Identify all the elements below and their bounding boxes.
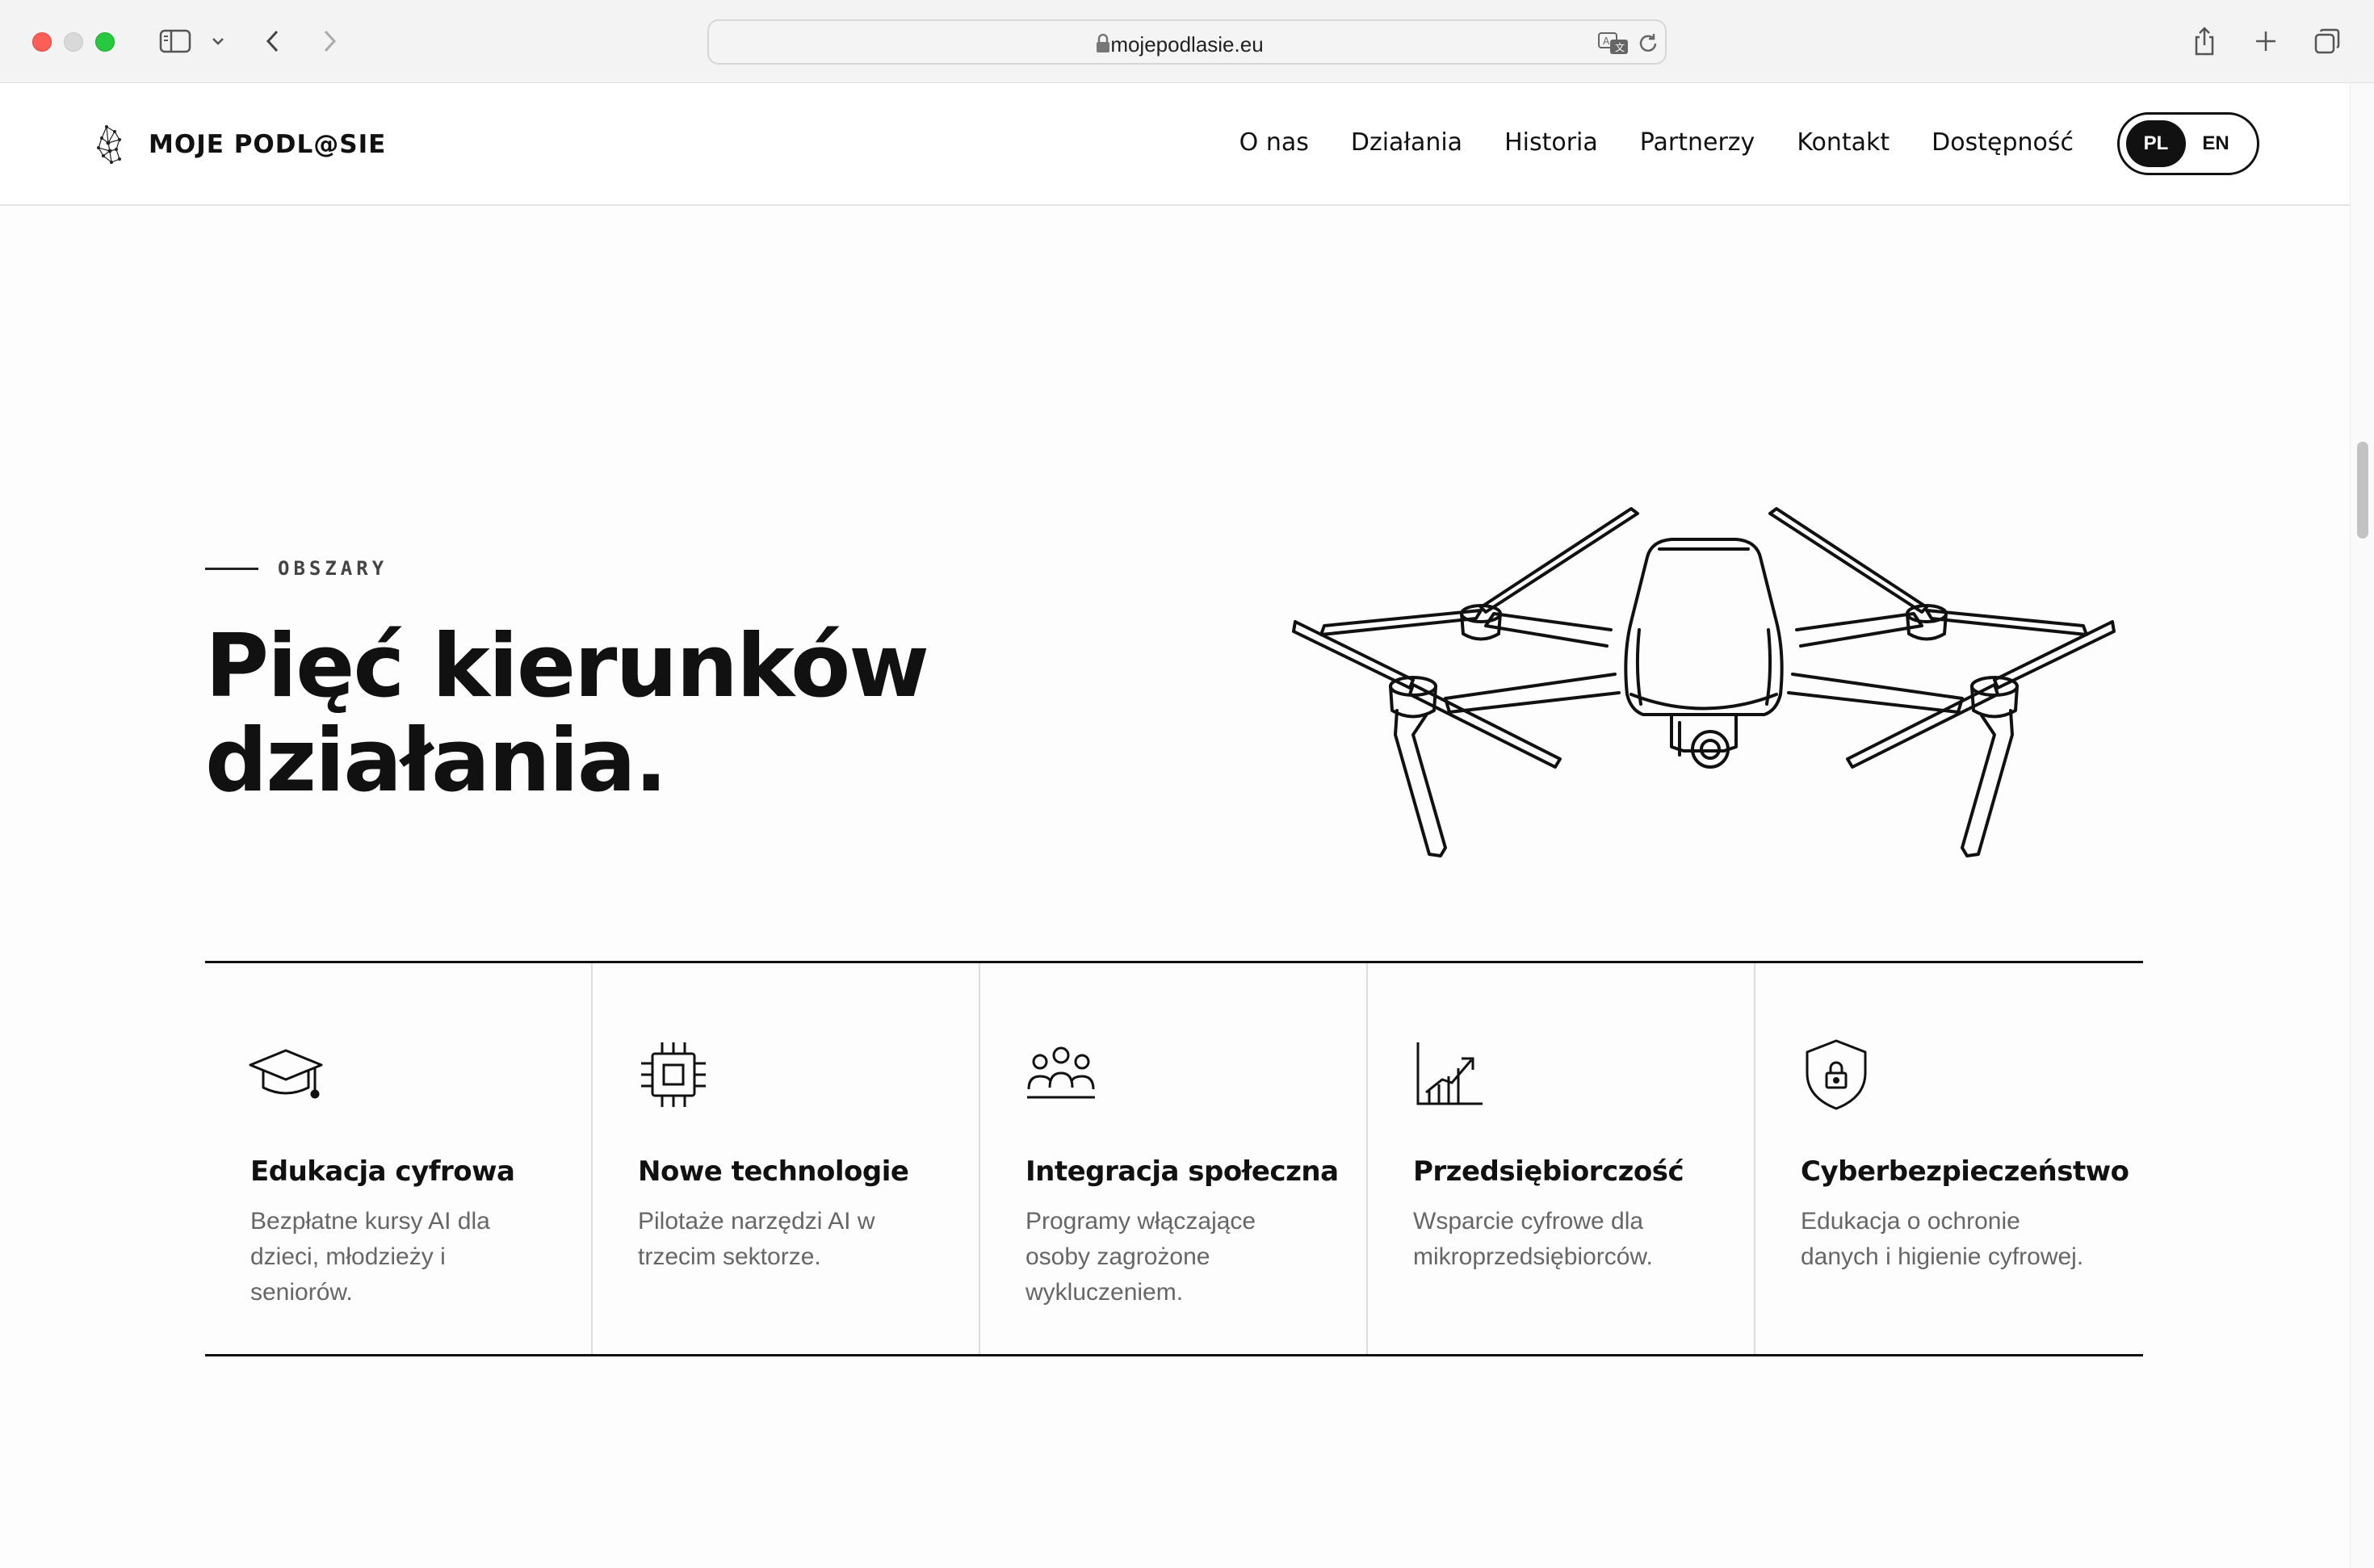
lang-pl-button[interactable]: PL [2126, 120, 2186, 167]
share-icon[interactable] [2188, 21, 2221, 61]
nav-dzialania[interactable]: Działania [1351, 128, 1462, 157]
people-icon [1027, 1046, 1095, 1099]
main-nav: O nas Działania Historia Partnerzy Konta… [1239, 128, 2074, 157]
scrollbar-thumb[interactable] [2357, 442, 2368, 539]
graduation-cap-icon [249, 1049, 323, 1099]
address-bar[interactable]: mojepodlasie.eu A文 [707, 19, 1667, 65]
eyebrow-line [205, 567, 258, 570]
growth-chart-icon [1416, 1042, 1483, 1105]
nav-partnerzy[interactable]: Partnerzy [1640, 128, 1755, 157]
translate-icon[interactable]: A文 [1597, 31, 1630, 60]
new-tab-icon[interactable] [2250, 21, 2282, 61]
section-eyebrow: OBSZARY [205, 557, 388, 580]
area-card[interactable]: Integracja społeczna Programy włączające… [980, 963, 1368, 1354]
logo-network-icon [97, 125, 121, 164]
svg-text:文: 文 [1615, 41, 1625, 53]
nav-dostepnosc[interactable]: Dostępność [1931, 128, 2074, 157]
back-arrow-icon[interactable] [257, 21, 289, 61]
browser-toolbar: mojepodlasie.eu A文 [0, 0, 2374, 83]
headline-line-2: działania. [205, 710, 668, 811]
drone-illustration [1292, 507, 2116, 857]
nav-o-nas[interactable]: O nas [1239, 128, 1309, 157]
shield-lock-icon [1806, 1039, 1867, 1110]
eyebrow-text: OBSZARY [278, 557, 388, 580]
chip-icon [641, 1042, 706, 1107]
sidebar-toggle-icon[interactable] [155, 21, 195, 61]
site-logo[interactable]: MOJE PODL@SIE [95, 124, 386, 166]
tab-overview-icon[interactable] [2311, 21, 2343, 61]
headline-line-1: Pięć kierunków [205, 616, 929, 717]
minimize-window-button[interactable] [64, 32, 83, 52]
areas-grid: Edukacja cyfrowa Bezpłatne kursy AI dla … [205, 961, 2143, 1356]
area-description: Programy włączające osoby zagrożone wykl… [1026, 1208, 1256, 1306]
nav-kontakt[interactable]: Kontakt [1797, 128, 1890, 157]
svg-text:A: A [1603, 36, 1610, 47]
site-header: MOJE PODL@SIE O nas Działania Historia P… [0, 83, 2350, 206]
area-card[interactable]: Nowe technologie Pilotaże narzędzi AI w … [593, 963, 980, 1354]
close-window-button[interactable] [32, 32, 52, 52]
area-title: Nowe technologie [638, 1155, 909, 1188]
url-text: mojepodlasie.eu [1110, 32, 1264, 57]
lang-en-button[interactable]: EN [2186, 120, 2246, 167]
page-scrollbar[interactable] [2350, 83, 2374, 1568]
zoom-window-button[interactable] [95, 32, 115, 52]
language-switcher: PL EN [2117, 112, 2259, 175]
area-description: Bezpłatne kursy AI dla dzieci, młodzieży… [250, 1208, 490, 1306]
area-title: Integracja społeczna [1026, 1155, 1339, 1188]
area-card[interactable]: Cyberbezpieczeństwo Edukacja o ochronie … [1755, 963, 2143, 1354]
section-headline: Pięć kierunków działania. [205, 616, 932, 811]
area-description: Edukacja o ochronie danych i higienie cy… [1801, 1208, 2084, 1270]
area-description: Wsparcie cyfrowe dla mikroprzedsiębiorcó… [1413, 1208, 1653, 1270]
area-card[interactable]: Przedsiębiorczość Wsparcie cyfrowe dla m… [1368, 963, 1755, 1354]
area-title: Edukacja cyfrowa [250, 1155, 515, 1188]
chevron-down-icon[interactable] [207, 21, 229, 61]
area-title: Przedsiębiorczość [1413, 1155, 1684, 1188]
area-description: Pilotaże narzędzi AI w trzecim sektorze. [638, 1208, 875, 1270]
area-title: Cyberbezpieczeństwo [1801, 1155, 2129, 1188]
nav-historia[interactable]: Historia [1504, 128, 1598, 157]
forward-arrow-icon[interactable] [313, 21, 346, 61]
logo-text: MOJE PODL@SIE [149, 130, 387, 159]
reload-icon[interactable] [1636, 31, 1660, 60]
area-card[interactable]: Edukacja cyfrowa Bezpłatne kursy AI dla … [205, 963, 593, 1354]
